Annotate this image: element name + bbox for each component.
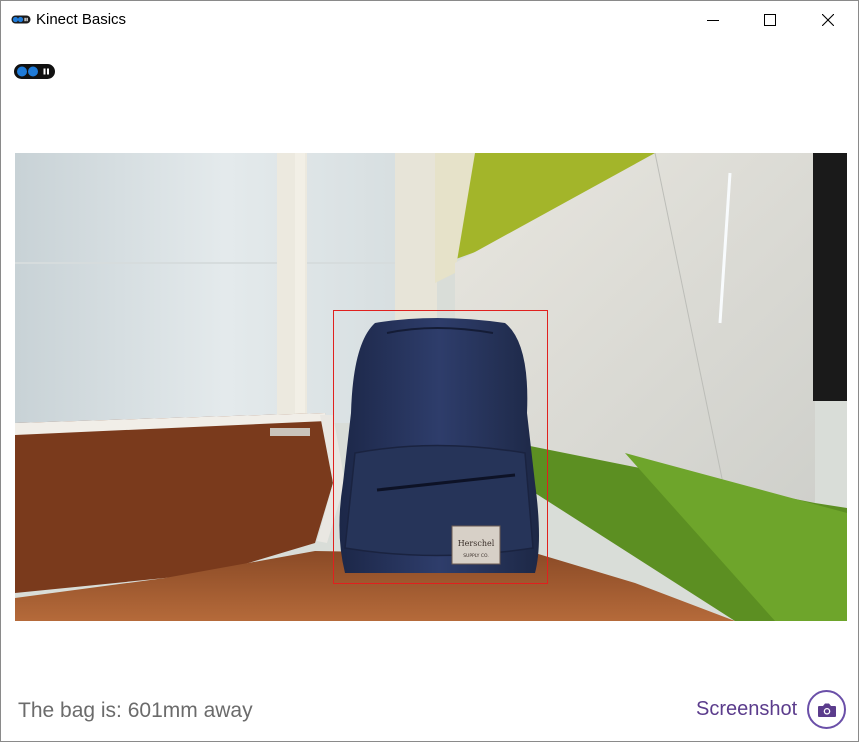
- app-window: Kinect Basics Herschel SUPPLY CO. The ba…: [0, 0, 859, 742]
- kinect-sensor-icon: [11, 15, 31, 24]
- close-icon: [822, 14, 834, 26]
- distance-status: The bag is: 601mm away: [18, 699, 253, 722]
- minimize-button[interactable]: [684, 1, 742, 39]
- maximize-button[interactable]: [741, 1, 799, 39]
- screenshot-button[interactable]: [807, 690, 846, 729]
- title-bar[interactable]: Kinect Basics: [1, 1, 858, 39]
- close-button[interactable]: [799, 1, 857, 39]
- maximize-icon: [764, 14, 776, 26]
- window-title: Kinect Basics: [36, 11, 127, 28]
- camera-feed: Herschel SUPPLY CO.: [15, 153, 847, 621]
- minimize-icon: [707, 20, 719, 21]
- screenshot-label[interactable]: Screenshot: [696, 698, 797, 721]
- camera-icon: [817, 703, 836, 717]
- detection-box: [333, 310, 548, 584]
- kinect-status-icon[interactable]: [14, 64, 55, 79]
